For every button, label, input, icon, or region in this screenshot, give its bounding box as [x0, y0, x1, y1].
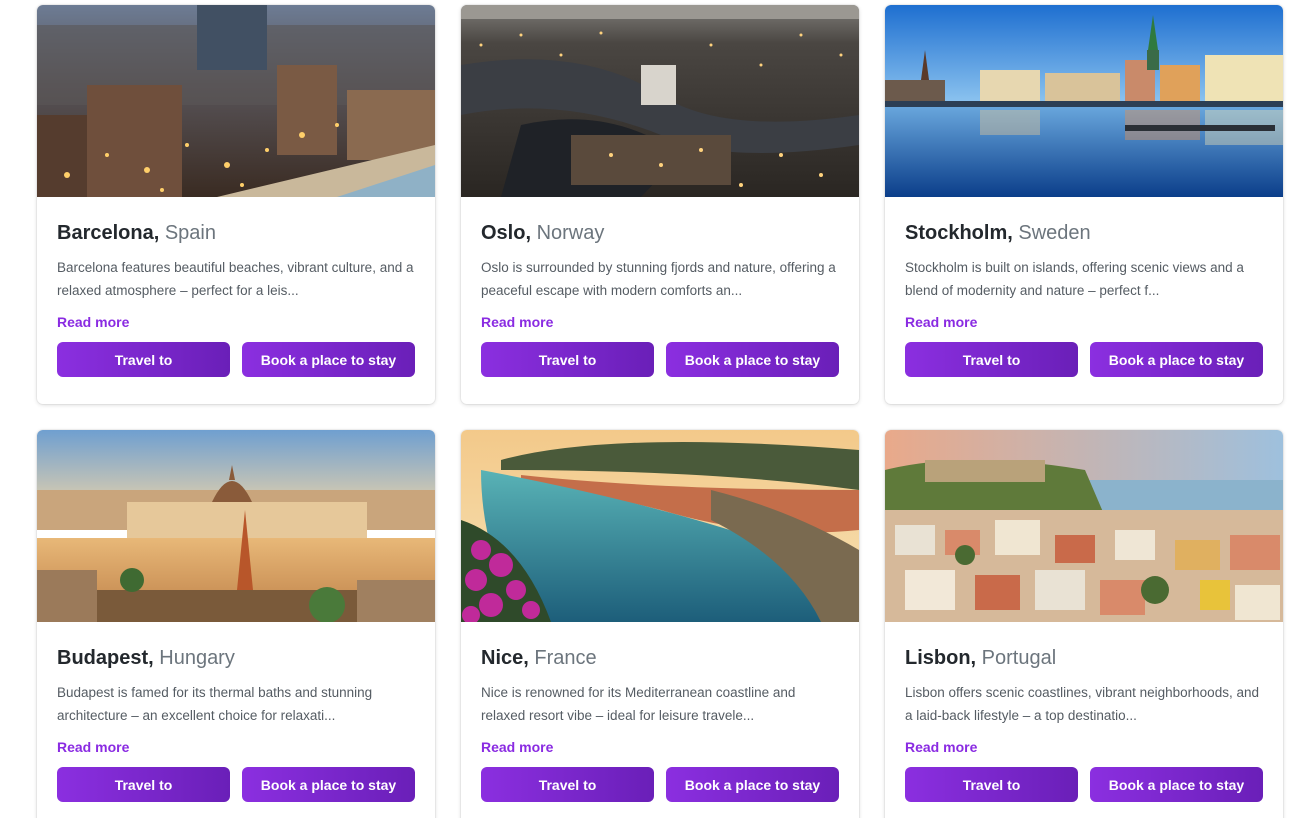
- card-description: Nice is renowned for its Mediterranean c…: [481, 685, 796, 723]
- travel-to-button[interactable]: Travel to: [481, 767, 654, 802]
- card-description: Budapest is famed for its thermal baths …: [57, 685, 373, 723]
- book-stay-button[interactable]: Book a place to stay: [242, 342, 415, 377]
- stockholm-photo: [885, 5, 1283, 197]
- country-name: France: [534, 647, 597, 669]
- destination-grid: Barcelona, Spain Barcelona features beau…: [0, 0, 1295, 818]
- destination-card-barcelona: Barcelona, Spain Barcelona features beau…: [37, 5, 435, 404]
- card-description: Stockholm is built on islands, offering …: [905, 260, 1244, 298]
- card-title: Lisbon, Portugal: [905, 647, 1057, 669]
- budapest-photo: [37, 430, 435, 622]
- destination-card-stockholm: Stockholm, Sweden Stockholm is built on …: [885, 5, 1283, 404]
- card-description: Lisbon offers scenic coastlines, vibrant…: [905, 685, 1259, 723]
- barcelona-photo: [37, 5, 435, 197]
- city-name: Lisbon: [905, 647, 971, 669]
- destination-card-nice: Nice, France Nice is renowned for its Me…: [461, 430, 859, 818]
- city-name: Barcelona: [57, 222, 154, 244]
- card-title: Stockholm, Sweden: [905, 222, 1091, 244]
- lisbon-photo: [885, 430, 1283, 622]
- travel-to-button[interactable]: Travel to: [905, 767, 1078, 802]
- destination-card-oslo: Oslo, Norway Oslo is surrounded by stunn…: [461, 5, 859, 404]
- read-more-link[interactable]: Read more: [905, 738, 977, 756]
- book-stay-button[interactable]: Book a place to stay: [666, 767, 839, 802]
- country-name: Spain: [164, 222, 216, 244]
- read-more-link[interactable]: Read more: [57, 738, 129, 756]
- book-stay-button[interactable]: Book a place to stay: [242, 767, 415, 802]
- read-more-link[interactable]: Read more: [481, 738, 553, 756]
- book-stay-button[interactable]: Book a place to stay: [1090, 342, 1263, 377]
- travel-to-button[interactable]: Travel to: [481, 342, 654, 377]
- card-title: Barcelona, Spain: [57, 222, 216, 244]
- city-name: Nice: [481, 647, 524, 669]
- travel-to-button[interactable]: Travel to: [57, 342, 230, 377]
- card-title: Nice, France: [481, 647, 597, 669]
- city-name: Budapest: [57, 647, 149, 669]
- card-actions: Travel to Book a place to stay: [481, 767, 839, 802]
- destination-card-budapest: Budapest, Hungary Budapest is famed for …: [37, 430, 435, 818]
- travel-to-button[interactable]: Travel to: [57, 767, 230, 802]
- country-name: Sweden: [1018, 222, 1091, 244]
- country-name: Hungary: [159, 647, 235, 669]
- oslo-photo: [461, 5, 859, 197]
- card-actions: Travel to Book a place to stay: [481, 342, 839, 377]
- read-more-link[interactable]: Read more: [57, 313, 129, 331]
- card-description: Barcelona features beautiful beaches, vi…: [57, 260, 414, 298]
- read-more-link[interactable]: Read more: [481, 313, 553, 331]
- card-actions: Travel to Book a place to stay: [905, 767, 1263, 802]
- nice-photo: [461, 430, 859, 622]
- city-name: Oslo: [481, 222, 526, 244]
- book-stay-button[interactable]: Book a place to stay: [666, 342, 839, 377]
- city-name: Stockholm: [905, 222, 1008, 244]
- country-name: Portugal: [981, 647, 1057, 669]
- card-actions: Travel to Book a place to stay: [905, 342, 1263, 377]
- card-actions: Travel to Book a place to stay: [57, 342, 415, 377]
- card-description: Oslo is surrounded by stunning fjords an…: [481, 260, 836, 298]
- read-more-link[interactable]: Read more: [905, 313, 977, 331]
- card-actions: Travel to Book a place to stay: [57, 767, 415, 802]
- book-stay-button[interactable]: Book a place to stay: [1090, 767, 1263, 802]
- destination-card-lisbon: Lisbon, Portugal Lisbon offers scenic co…: [885, 430, 1283, 818]
- country-name: Norway: [536, 222, 605, 244]
- card-title: Budapest, Hungary: [57, 647, 235, 669]
- travel-to-button[interactable]: Travel to: [905, 342, 1078, 377]
- card-title: Oslo, Norway: [481, 222, 605, 244]
